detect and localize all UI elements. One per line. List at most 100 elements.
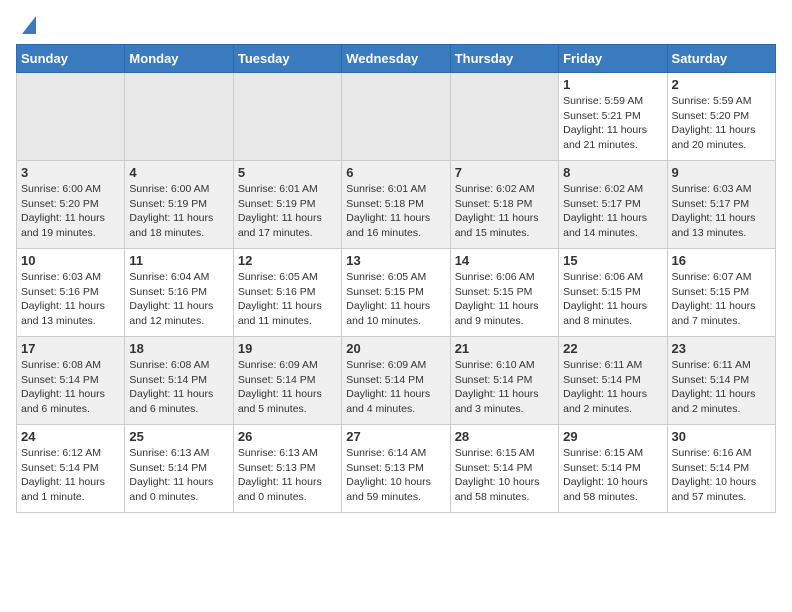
day-number: 14 bbox=[455, 253, 554, 268]
header-tuesday: Tuesday bbox=[233, 45, 341, 73]
day-info: Sunrise: 6:00 AM Sunset: 5:19 PM Dayligh… bbox=[129, 182, 228, 241]
day-number: 27 bbox=[346, 429, 445, 444]
table-row: 16 Sunrise: 6:07 AM Sunset: 5:15 PM Dayli… bbox=[667, 249, 775, 337]
day-info: Sunrise: 6:16 AM Sunset: 5:14 PM Dayligh… bbox=[672, 446, 771, 505]
table-row: 24 Sunrise: 6:12 AM Sunset: 5:14 PM Dayli… bbox=[17, 425, 125, 513]
day-number: 22 bbox=[563, 341, 662, 356]
day-number: 2 bbox=[672, 77, 771, 92]
table-row: 8Sunrise: 6:02 AM Sunset: 5:17 PM Daylig… bbox=[559, 161, 667, 249]
table-row: 17 Sunrise: 6:08 AM Sunset: 5:14 PM Dayli… bbox=[17, 337, 125, 425]
day-number: 1 bbox=[563, 77, 662, 92]
table-row: 21 Sunrise: 6:10 AM Sunset: 5:14 PM Dayli… bbox=[450, 337, 558, 425]
day-info: Sunrise: 6:04 AM Sunset: 5:16 PM Dayligh… bbox=[129, 270, 228, 329]
day-info: Sunrise: 6:01 AM Sunset: 5:19 PM Dayligh… bbox=[238, 182, 337, 241]
table-row: 30 Sunrise: 6:16 AM Sunset: 5:14 PM Dayli… bbox=[667, 425, 775, 513]
table-row: 6 Sunrise: 6:01 AM Sunset: 5:18 PM Daylig… bbox=[342, 161, 450, 249]
day-info: Sunrise: 6:15 AM Sunset: 5:14 PM Dayligh… bbox=[563, 446, 662, 505]
day-number: 29 bbox=[563, 429, 662, 444]
day-number: 23 bbox=[672, 341, 771, 356]
header-thursday: Thursday bbox=[450, 45, 558, 73]
day-info: Sunrise: 6:08 AM Sunset: 5:14 PM Dayligh… bbox=[129, 358, 228, 417]
day-number: 7 bbox=[455, 165, 554, 180]
table-row: 14 Sunrise: 6:06 AM Sunset: 5:15 PM Dayli… bbox=[450, 249, 558, 337]
table-row: 7 Sunrise: 6:02 AM Sunset: 5:18 PM Daylig… bbox=[450, 161, 558, 249]
table-row: 25 Sunrise: 6:13 AM Sunset: 5:14 PM Dayli… bbox=[125, 425, 233, 513]
calendar-table: SundayMondayTuesdayWednesdayThursdayFrid… bbox=[16, 44, 776, 513]
day-number: 28 bbox=[455, 429, 554, 444]
header-monday: Monday bbox=[125, 45, 233, 73]
day-info: Sunrise: 6:07 AM Sunset: 5:15 PM Dayligh… bbox=[672, 270, 771, 329]
day-info: Sunrise: 6:09 AM Sunset: 5:14 PM Dayligh… bbox=[238, 358, 337, 417]
day-info: Sunrise: 6:14 AM Sunset: 5:13 PM Dayligh… bbox=[346, 446, 445, 505]
day-info: Sunrise: 6:10 AM Sunset: 5:14 PM Dayligh… bbox=[455, 358, 554, 417]
table-row: 9Sunrise: 6:03 AM Sunset: 5:17 PM Daylig… bbox=[667, 161, 775, 249]
day-info: Sunrise: 6:03 AM Sunset: 5:16 PM Dayligh… bbox=[21, 270, 120, 329]
day-info: Sunrise: 6:02 AM Sunset: 5:18 PM Dayligh… bbox=[455, 182, 554, 241]
table-row: 10 Sunrise: 6:03 AM Sunset: 5:16 PM Dayli… bbox=[17, 249, 125, 337]
week-row-1: 1 Sunrise: 5:59 AM Sunset: 5:21 PM Daylig… bbox=[17, 73, 776, 161]
day-info: Sunrise: 5:59 AM Sunset: 5:20 PM Dayligh… bbox=[672, 94, 771, 153]
day-number: 13 bbox=[346, 253, 445, 268]
page-header bbox=[16, 16, 776, 34]
table-row bbox=[233, 73, 341, 161]
table-row: 3Sunrise: 6:00 AM Sunset: 5:20 PM Daylig… bbox=[17, 161, 125, 249]
table-row: 18 Sunrise: 6:08 AM Sunset: 5:14 PM Dayli… bbox=[125, 337, 233, 425]
table-row: 12 Sunrise: 6:05 AM Sunset: 5:16 PM Dayli… bbox=[233, 249, 341, 337]
day-number: 21 bbox=[455, 341, 554, 356]
day-info: Sunrise: 6:13 AM Sunset: 5:14 PM Dayligh… bbox=[129, 446, 228, 505]
table-row: 4Sunrise: 6:00 AM Sunset: 5:19 PM Daylig… bbox=[125, 161, 233, 249]
header-friday: Friday bbox=[559, 45, 667, 73]
table-row: 26 Sunrise: 6:13 AM Sunset: 5:13 PM Dayli… bbox=[233, 425, 341, 513]
table-row: 2 Sunrise: 5:59 AM Sunset: 5:20 PM Daylig… bbox=[667, 73, 775, 161]
day-number: 15 bbox=[563, 253, 662, 268]
day-number: 9 bbox=[672, 165, 771, 180]
day-number: 18 bbox=[129, 341, 228, 356]
table-row: 13Sunrise: 6:05 AM Sunset: 5:15 PM Dayli… bbox=[342, 249, 450, 337]
day-number: 30 bbox=[672, 429, 771, 444]
week-row-2: 3Sunrise: 6:00 AM Sunset: 5:20 PM Daylig… bbox=[17, 161, 776, 249]
table-row bbox=[125, 73, 233, 161]
day-number: 5 bbox=[238, 165, 337, 180]
day-info: Sunrise: 6:01 AM Sunset: 5:18 PM Dayligh… bbox=[346, 182, 445, 241]
day-info: Sunrise: 6:11 AM Sunset: 5:14 PM Dayligh… bbox=[563, 358, 662, 417]
table-row: 11 Sunrise: 6:04 AM Sunset: 5:16 PM Dayli… bbox=[125, 249, 233, 337]
table-row: 28 Sunrise: 6:15 AM Sunset: 5:14 PM Dayli… bbox=[450, 425, 558, 513]
table-row: 20Sunrise: 6:09 AM Sunset: 5:14 PM Dayli… bbox=[342, 337, 450, 425]
day-number: 24 bbox=[21, 429, 120, 444]
table-row bbox=[17, 73, 125, 161]
day-info: Sunrise: 6:08 AM Sunset: 5:14 PM Dayligh… bbox=[21, 358, 120, 417]
day-info: Sunrise: 6:05 AM Sunset: 5:16 PM Dayligh… bbox=[238, 270, 337, 329]
table-row: 27 Sunrise: 6:14 AM Sunset: 5:13 PM Dayli… bbox=[342, 425, 450, 513]
header-saturday: Saturday bbox=[667, 45, 775, 73]
week-row-4: 17 Sunrise: 6:08 AM Sunset: 5:14 PM Dayli… bbox=[17, 337, 776, 425]
table-row bbox=[450, 73, 558, 161]
day-number: 11 bbox=[129, 253, 228, 268]
logo bbox=[16, 16, 36, 34]
table-row: 1 Sunrise: 5:59 AM Sunset: 5:21 PM Daylig… bbox=[559, 73, 667, 161]
table-row: 15 Sunrise: 6:06 AM Sunset: 5:15 PM Dayli… bbox=[559, 249, 667, 337]
day-info: Sunrise: 6:06 AM Sunset: 5:15 PM Dayligh… bbox=[455, 270, 554, 329]
day-info: Sunrise: 5:59 AM Sunset: 5:21 PM Dayligh… bbox=[563, 94, 662, 153]
day-number: 25 bbox=[129, 429, 228, 444]
day-info: Sunrise: 6:00 AM Sunset: 5:20 PM Dayligh… bbox=[21, 182, 120, 241]
day-number: 19 bbox=[238, 341, 337, 356]
table-row: 19 Sunrise: 6:09 AM Sunset: 5:14 PM Dayli… bbox=[233, 337, 341, 425]
day-info: Sunrise: 6:12 AM Sunset: 5:14 PM Dayligh… bbox=[21, 446, 120, 505]
day-info: Sunrise: 6:15 AM Sunset: 5:14 PM Dayligh… bbox=[455, 446, 554, 505]
logo-arrow-icon bbox=[22, 16, 36, 34]
day-info: Sunrise: 6:09 AM Sunset: 5:14 PM Dayligh… bbox=[346, 358, 445, 417]
table-row bbox=[342, 73, 450, 161]
day-number: 12 bbox=[238, 253, 337, 268]
day-number: 16 bbox=[672, 253, 771, 268]
table-row: 22 Sunrise: 6:11 AM Sunset: 5:14 PM Dayli… bbox=[559, 337, 667, 425]
day-number: 6 bbox=[346, 165, 445, 180]
day-info: Sunrise: 6:13 AM Sunset: 5:13 PM Dayligh… bbox=[238, 446, 337, 505]
week-row-5: 24 Sunrise: 6:12 AM Sunset: 5:14 PM Dayli… bbox=[17, 425, 776, 513]
day-number: 26 bbox=[238, 429, 337, 444]
day-number: 17 bbox=[21, 341, 120, 356]
table-row: 23Sunrise: 6:11 AM Sunset: 5:14 PM Dayli… bbox=[667, 337, 775, 425]
calendar-header-row: SundayMondayTuesdayWednesdayThursdayFrid… bbox=[17, 45, 776, 73]
day-number: 10 bbox=[21, 253, 120, 268]
day-info: Sunrise: 6:06 AM Sunset: 5:15 PM Dayligh… bbox=[563, 270, 662, 329]
header-wednesday: Wednesday bbox=[342, 45, 450, 73]
